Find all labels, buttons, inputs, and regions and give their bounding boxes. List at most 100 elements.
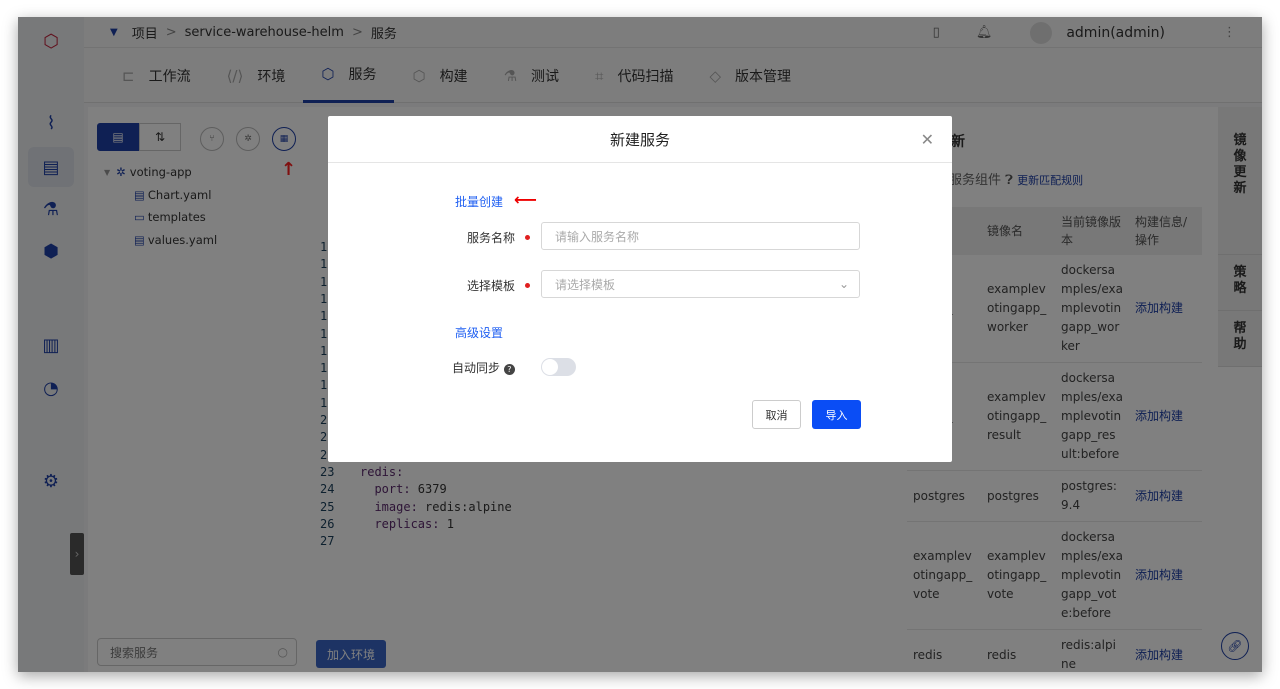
tab-strategy[interactable]: 策略	[1218, 255, 1262, 311]
more-icon[interactable]: ⋮	[1223, 25, 1236, 40]
service-tree: ▼ ✲ voting-app ▤ Chart.yaml ▭ templates ▤ val…	[104, 161, 217, 251]
tab-label: 测试	[531, 68, 560, 85]
add-env-button[interactable]: 加入环境	[316, 640, 386, 668]
panel-title: 新	[951, 134, 965, 150]
tab-code[interactable]: ⟨/⟩ 环境	[209, 48, 304, 103]
template-select[interactable]: 请选择模板 ⌄	[541, 270, 860, 298]
tree-file[interactable]: ▤ values.yaml	[104, 229, 217, 252]
auto-sync-label: 自动同步	[452, 361, 501, 375]
helm-icon: ✲	[116, 165, 126, 180]
breadcrumb-name[interactable]: service-warehouse-helm	[185, 25, 344, 40]
tab-help[interactable]: 帮助	[1218, 311, 1262, 367]
docs-icon[interactable]: ▯	[933, 25, 940, 40]
line-number: 1	[320, 361, 328, 376]
close-icon[interactable]: ✕	[921, 130, 934, 149]
table-cell: dockersamples/examplevotingapp_result:be…	[1055, 362, 1129, 471]
user-name[interactable]: admin(admin)	[1066, 25, 1165, 41]
tree-file[interactable]: ▤ Chart.yaml	[104, 184, 217, 207]
expand-handle[interactable]: ›	[70, 533, 84, 575]
artifact-icon[interactable]: ⬢	[35, 235, 67, 267]
test-icon[interactable]: ⚗	[35, 193, 67, 225]
column-header: 镜像名	[981, 207, 1055, 255]
help-icon[interactable]: ?	[503, 364, 515, 375]
avatar[interactable]	[1030, 21, 1053, 44]
advanced-settings-link[interactable]: 高级设置	[455, 324, 503, 341]
service-name-input[interactable]: 请输入服务名称	[541, 222, 860, 250]
bell-icon[interactable]: 🔔︎	[976, 25, 993, 40]
line-number: 1	[320, 343, 328, 358]
table-row: redis redis redis:alpine 添加构建	[907, 629, 1202, 672]
breadcrumb-project[interactable]: 项目	[132, 23, 158, 42]
update-rule-link[interactable]: 更新匹配规则	[1017, 174, 1083, 187]
left-rail: ⬡ ⌇ ▤ ⚗ ⬢ ▥ ◔ ⚙ ›	[18, 17, 84, 672]
tab-workflow[interactable]: ⊏ 工作流	[104, 48, 209, 103]
tab-image-update[interactable]: 镜像更新	[1218, 107, 1262, 255]
tab-version[interactable]: ◇ 版本管理	[691, 48, 809, 103]
dropdown-icon[interactable]: ▼	[110, 27, 118, 38]
dashboard-icon[interactable]: ▥	[35, 329, 67, 361]
scan-icon: ⌗	[595, 66, 604, 85]
tab-label: 工作流	[148, 68, 191, 85]
service-icon: ⬡	[321, 65, 335, 83]
list-view-button[interactable]: ▤	[97, 123, 139, 151]
tab-flask[interactable]: ⚗ 测试	[486, 48, 577, 103]
add-build-link[interactable]: 添加构建	[1129, 255, 1202, 363]
line-number: 27	[320, 534, 335, 549]
import-button[interactable]: 导入	[812, 400, 861, 429]
code-line: redis:	[360, 464, 404, 479]
helm-icon[interactable]: ✲	[236, 127, 260, 151]
project-icon[interactable]: ▤	[28, 147, 74, 187]
settings-icon[interactable]: ⚙	[35, 465, 67, 497]
table-cell: examplevotingapp_vote	[907, 521, 981, 630]
table-cell: postgres	[981, 470, 1055, 522]
header: ▼ 项目 > service-warehouse-helm > 服务 ▯ 🔔︎ ad…	[84, 17, 1262, 48]
add-build-link[interactable]: 添加构建	[1129, 470, 1202, 522]
add-build-link[interactable]: 添加构建	[1129, 362, 1202, 471]
build-icon: ⬡	[412, 66, 426, 85]
workflow-icon: ⊏	[122, 66, 135, 85]
table-cell: examplevotingapp_vote	[981, 521, 1055, 630]
table-cell: redis	[907, 629, 981, 672]
help-icon[interactable]: ❓︎	[1005, 173, 1013, 188]
table-cell: postgres	[907, 470, 981, 522]
monitor-icon[interactable]: ⌇	[35, 107, 67, 139]
right-tabs: 镜像更新 策略 帮助 🔗︎	[1218, 107, 1262, 672]
tab-service[interactable]: ⬡ 服务	[303, 48, 395, 103]
tab-build[interactable]: ⬡ 构建	[394, 48, 485, 103]
cancel-button[interactable]: 取消	[752, 400, 801, 429]
add-build-link[interactable]: 添加构建	[1129, 521, 1202, 630]
code-line: port: 6379	[360, 482, 447, 497]
link-icon[interactable]: 🔗︎	[1221, 632, 1249, 660]
flask-icon: ⚗	[503, 66, 518, 85]
table-cell: dockersamples/examplevotingapp_vote:befo…	[1055, 521, 1129, 630]
tree-root[interactable]: ▼ ✲ voting-app	[104, 161, 217, 184]
search-input[interactable]: 搜索服务 ○	[97, 638, 297, 666]
annotation-arrow-up: ↑	[281, 159, 297, 180]
code-line: image: redis:alpine	[360, 499, 512, 514]
file-icon: ▤	[134, 232, 145, 247]
template-create-button[interactable]: ▦	[272, 127, 296, 151]
sort-button[interactable]: ⇅	[139, 123, 181, 151]
table-cell: examplevotingapp_result	[981, 362, 1055, 471]
auto-sync-toggle[interactable]	[541, 358, 576, 376]
tab-label: 版本管理	[735, 68, 792, 85]
tree-folder[interactable]: ▭ templates	[104, 206, 217, 229]
annotation-arrow-left: ⟵	[514, 190, 537, 209]
template-label: 选择模板	[466, 279, 515, 293]
chart-pie-icon[interactable]: ◔	[35, 372, 67, 404]
git-icon[interactable]: ⑂	[200, 127, 224, 151]
tab-bar: ⊏ 工作流 ⟨/⟩ 环境 ⬡ 服务 ⬡ 构建 ⚗ 测试 ⌗ 代码扫描 ◇ 版本管理	[84, 48, 1262, 103]
table-cell: examplevotingapp_worker	[981, 255, 1055, 363]
line-number: 1	[320, 274, 328, 289]
file-icon: ▤	[134, 187, 145, 202]
table-cell: redis	[981, 629, 1055, 672]
code-icon: ⟨/⟩	[226, 66, 244, 85]
service-name-label: 服务名称	[466, 231, 515, 245]
new-service-modal: 新建服务 ✕ 批量创建 ⟵ 服务名称 请输入服务名称 选择模板 请选择模板 ⌄ 高…	[328, 116, 952, 462]
add-build-link[interactable]: 添加构建	[1129, 629, 1202, 672]
tab-scan[interactable]: ⌗ 代码扫描	[577, 48, 691, 103]
chevron-down-icon: ⌄	[838, 277, 849, 291]
line-number: 24	[320, 482, 335, 497]
tab-label: 构建	[439, 68, 468, 85]
batch-create-link[interactable]: 批量创建	[455, 193, 503, 210]
